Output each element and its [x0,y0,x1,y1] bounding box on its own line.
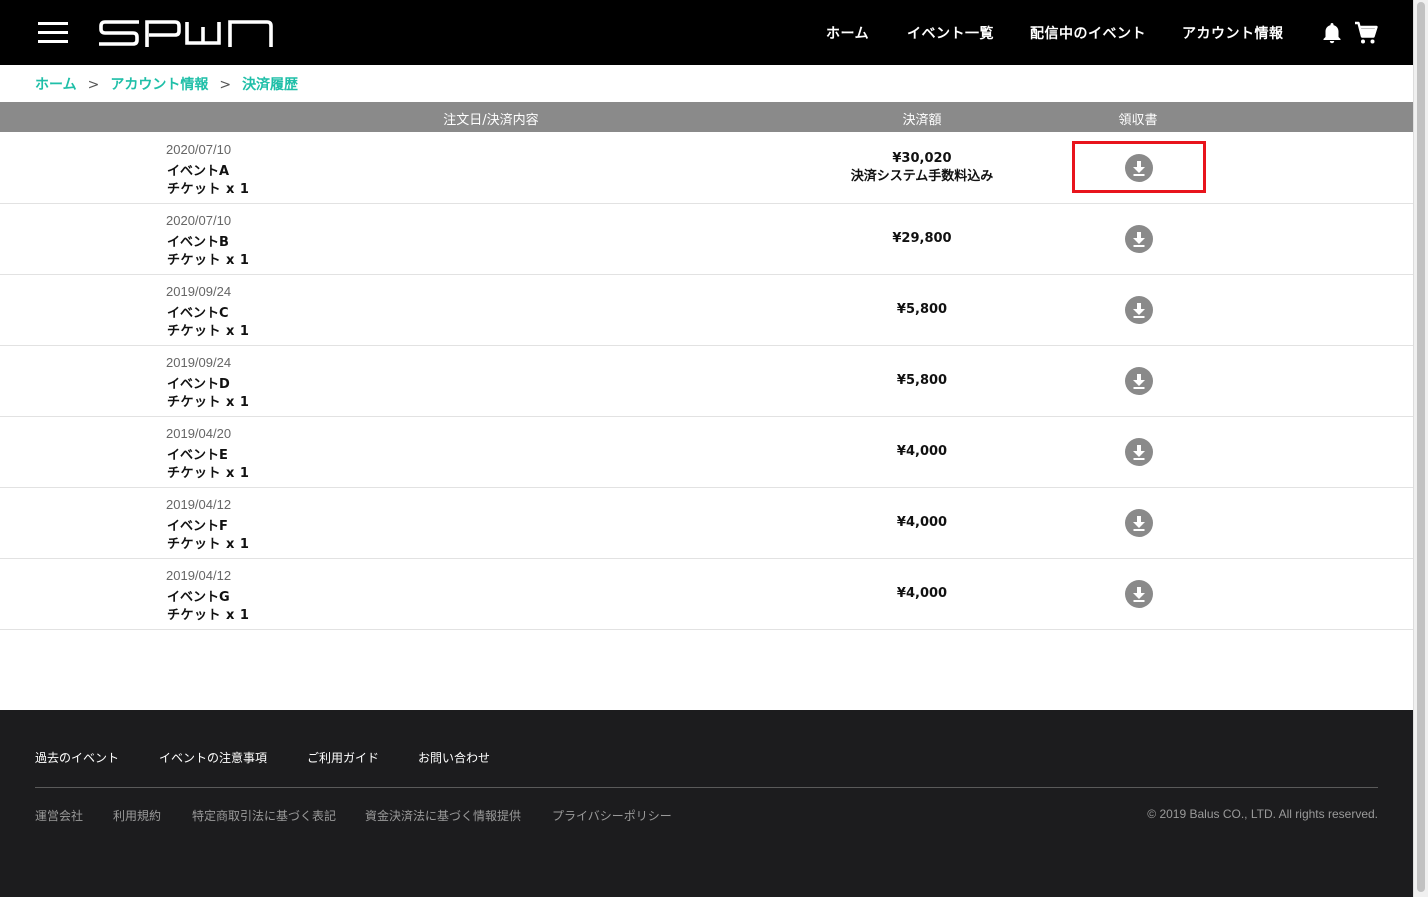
order-date: 2019/04/20 [166,426,232,441]
payment-amount: ¥4,000 [896,586,948,601]
table-header: 注文日/決済内容 決済額 領収書 [0,102,1413,132]
footer-link-commerce-law[interactable]: 特定商取引法に基づく表記 [192,807,336,824]
table-row: 2019/04/20 イベントE チケット x 1 ¥4,000 [0,417,1413,488]
order-date: 2019/04/12 [166,568,232,583]
ticket-count: チケット x 1 [167,537,250,552]
order-date: 2019/09/24 [166,284,232,299]
event-name: イベントB [167,235,229,250]
cart-icon[interactable] [1354,21,1378,45]
amount-value: ¥30,020 [892,151,952,166]
column-amount: 決済額 [902,113,942,128]
footer-link-guide[interactable]: ご利用ガイド [307,749,379,766]
nav-home[interactable]: ホーム [826,23,869,43]
menu-icon[interactable] [38,22,68,44]
scrollbar-thumb[interactable] [1417,2,1425,892]
breadcrumb-separator: > [87,77,100,93]
ticket-count: チケット x 1 [167,466,250,481]
ticket-count: チケット x 1 [167,182,250,197]
amount-note: 決済システム手数料込み [850,169,994,184]
payment-amount: ¥4,000 [896,515,948,530]
nav-events[interactable]: イベント一覧 [907,23,994,43]
table-row: 2019/09/24 イベントD チケット x 1 ¥5,800 [0,346,1413,417]
scrollbar[interactable] [1413,0,1428,897]
ticket-count: チケット x 1 [167,608,250,623]
table-row: 2020/07/10 イベントB チケット x 1 ¥29,800 [0,204,1413,275]
download-icon[interactable] [1125,296,1153,324]
payment-amount: ¥30,020 決済システム手数料込み [851,150,994,186]
download-icon[interactable] [1125,367,1153,395]
footer-divider [35,787,1378,788]
footer: 過去のイベント イベントの注意事項 ご利用ガイド お問い合わせ 運営会社 利用規… [0,710,1413,897]
table-row: 2019/04/12 イベントF チケット x 1 ¥4,000 [0,488,1413,559]
event-name: イベントD [167,377,230,392]
table-row: 2019/04/12 イベントG チケット x 1 ¥4,000 [0,559,1413,630]
payment-amount: ¥29,800 [892,231,952,246]
footer-link-event-notes[interactable]: イベントの注意事項 [159,749,267,766]
payment-amount: ¥5,800 [896,373,948,388]
footer-link-terms[interactable]: 利用規約 [113,807,161,824]
footer-link-contact[interactable]: お問い合わせ [418,749,490,766]
footer-link-company[interactable]: 運営会社 [35,807,83,824]
download-icon[interactable] [1125,580,1153,608]
download-icon[interactable] [1125,225,1153,253]
footer-link-past-events[interactable]: 過去のイベント [35,749,119,766]
order-date: 2019/04/12 [166,497,232,512]
breadcrumb-separator: > [219,77,232,93]
nav-account[interactable]: アカウント情報 [1182,23,1284,43]
payment-amount: ¥4,000 [896,444,948,459]
breadcrumb-home[interactable]: ホーム [35,77,77,93]
breadcrumb-current: 決済履歴 [242,77,299,93]
breadcrumb-account[interactable]: アカウント情報 [110,77,208,93]
footer-link-payment-law[interactable]: 資金決済法に基づく情報提供 [365,807,521,824]
event-name: イベントC [167,306,229,321]
column-receipt: 領収書 [1118,113,1158,128]
table-row: 2019/09/24 イベントC チケット x 1 ¥5,800 [0,275,1413,346]
header: ホーム イベント一覧 配信中のイベント アカウント情報 [0,0,1413,65]
event-name: イベントA [167,164,230,179]
column-order: 注文日/決済内容 [443,113,539,128]
payment-amount: ¥5,800 [896,302,948,317]
download-icon[interactable] [1125,154,1153,182]
footer-link-privacy[interactable]: プライバシーポリシー [552,807,672,824]
breadcrumb: ホーム > アカウント情報 > 決済履歴 [35,74,298,94]
copyright: © 2019 Balus CO., LTD. All rights reserv… [1147,807,1378,821]
ticket-count: チケット x 1 [167,324,250,339]
nav-live-events[interactable]: 配信中のイベント [1030,23,1146,43]
bell-icon[interactable] [1322,22,1342,44]
event-name: イベントE [167,448,228,463]
order-date: 2019/09/24 [166,355,232,370]
event-name: イベントF [167,519,228,534]
table-row: 2020/07/10 イベントA チケット x 1 ¥30,020 決済システム… [0,133,1413,204]
download-icon[interactable] [1125,438,1153,466]
ticket-count: チケット x 1 [167,395,250,410]
ticket-count: チケット x 1 [167,253,250,268]
spwn-logo[interactable] [99,19,273,47]
order-date: 2020/07/10 [166,213,232,228]
event-name: イベントG [167,590,230,605]
order-date: 2020/07/10 [166,142,232,157]
page: ホーム イベント一覧 配信中のイベント アカウント情報 ホーム > アカウント情報 >… [0,0,1413,897]
download-icon[interactable] [1125,509,1153,537]
